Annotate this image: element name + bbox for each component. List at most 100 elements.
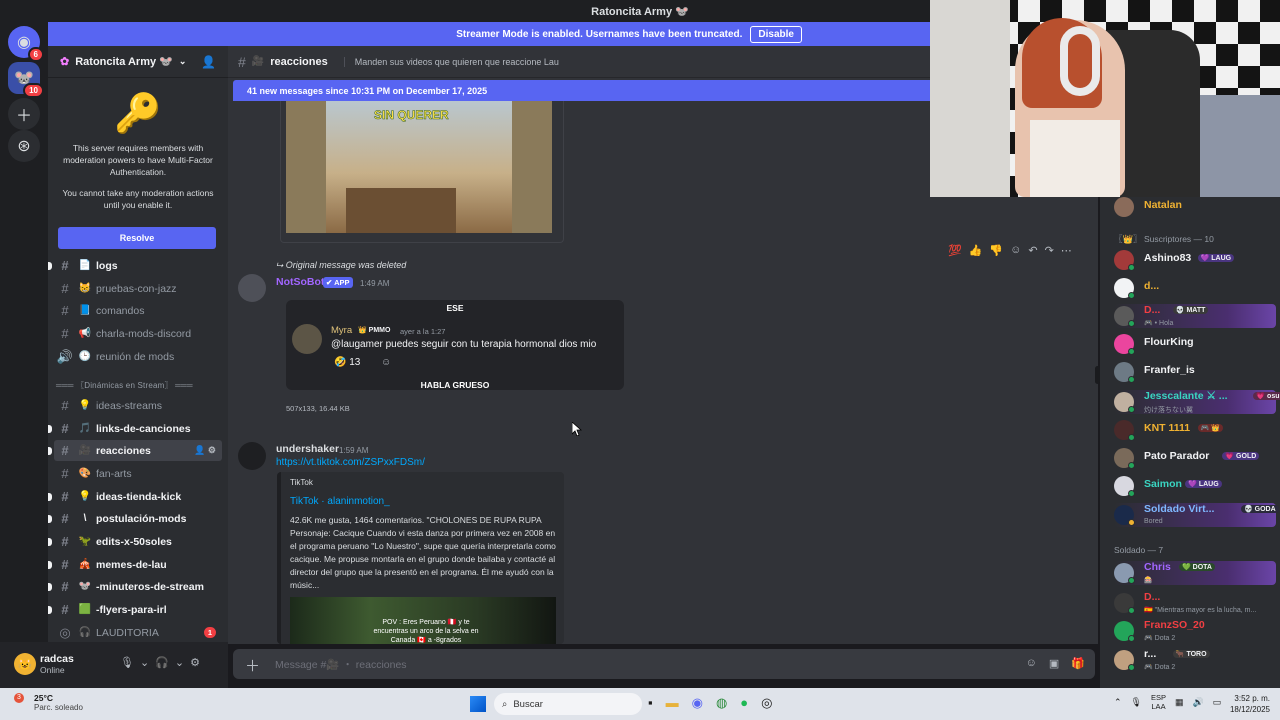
message-author[interactable]: NotSoBot <box>276 276 324 288</box>
server-icon-ratoncita[interactable]: 🐭 10 <box>8 62 44 98</box>
chevron-down-icon[interactable]: ⌄ <box>175 656 184 669</box>
member-item[interactable]: d... <box>1114 276 1276 300</box>
add-server-button[interactable]: ＋ <box>8 98 40 130</box>
channel-topic[interactable]: Manden sus videos que quieren que reacci… <box>343 56 559 67</box>
member-item[interactable]: Pato Parador 💗 GOLD <box>1114 446 1276 470</box>
member-item[interactable]: Chris 💚 DOTA 🎰 <box>1114 561 1276 585</box>
member-badge: 💚 DOTA <box>1179 563 1215 571</box>
member-item[interactable]: D... 💀 MATT 🎮 • Hola <box>1114 304 1276 328</box>
category-header[interactable]: ═══ 〖Dinámicas en Stream〗 ═══ <box>56 380 220 391</box>
member-name: Franfer_is <box>1144 364 1195 376</box>
weather-widget[interactable]: 3 25°C Parc. soleado <box>14 693 83 712</box>
server-badge-icon: ✿ <box>60 56 70 68</box>
channel-item[interactable]: # 🎨 fan-arts <box>54 463 222 484</box>
taskbar-search[interactable]: ⌕ Buscar <box>494 693 642 715</box>
member-item[interactable]: Saimon 💜 LAUG <box>1114 474 1276 498</box>
channel-item[interactable]: # 📄 logs <box>48 255 222 276</box>
task-view-icon[interactable]: ▪ <box>648 695 653 711</box>
chevron-down-icon: ⌄ <box>178 56 187 66</box>
member-name: FranzSO_20 <box>1144 619 1205 631</box>
invite-people-icon[interactable]: 👤 <box>201 55 216 69</box>
member-activity: 🎮 Dota 2 <box>1144 664 1176 671</box>
obs-icon[interactable]: ◎ <box>761 695 772 711</box>
channel-item[interactable]: ◎ 🎧 LAUDITORIA 1 <box>54 622 222 642</box>
thumbs-down-icon[interactable]: 👎 <box>989 244 1003 257</box>
channel-item[interactable]: # 😸 pruebas-con-jazz <box>54 278 222 299</box>
channel-item[interactable]: # 🎪 memes-de-lau <box>48 554 222 575</box>
status-dot <box>1128 664 1135 671</box>
resolve-button[interactable]: Resolve <box>58 227 216 249</box>
speaker-icon[interactable]: 🔊 <box>1193 697 1204 708</box>
embed-title[interactable]: TikTok · alaninmotion_ <box>290 496 390 507</box>
notsobot-avatar[interactable] <box>238 274 266 302</box>
channel-item[interactable]: # 🟩 -flyers-para-irl <box>48 599 222 620</box>
system-clock[interactable]: 3:52 p. m. 18/12/2025 <box>1230 693 1270 715</box>
member-item[interactable]: FlourKing <box>1114 332 1276 356</box>
emoji-icon[interactable]: ☺ <box>1026 657 1037 670</box>
windows-start-icon[interactable] <box>470 696 486 712</box>
language-indicator[interactable]: ESP LAA <box>1151 693 1166 711</box>
attach-plus-icon[interactable]: ＋ <box>245 655 260 676</box>
user-avatar[interactable]: 😺 <box>14 653 36 675</box>
tiktok-link[interactable]: https://vt.tiktok.com/ZSPxxFDSm/ <box>276 457 425 468</box>
server-header[interactable]: ✿ Ratoncita Army 🐭 ⌄ 👤 <box>48 46 228 78</box>
channel-emoji: 🐭 <box>78 581 92 592</box>
thumbs-up-icon[interactable]: 👍 <box>969 244 983 257</box>
discord-home-button[interactable]: ◉ 6 <box>8 26 44 62</box>
member-activity: Bored <box>1144 518 1163 525</box>
channel-item[interactable]: # 🦖 edits-x-50soles <box>48 531 222 552</box>
username[interactable]: radcas <box>40 653 74 665</box>
member-item[interactable]: Soldado Virt... 💀 GODA Bored <box>1114 503 1279 527</box>
disable-streamer-mode-button[interactable]: Disable <box>750 25 802 43</box>
forward-icon[interactable]: ↷ <box>1045 244 1054 257</box>
channel-item[interactable]: # 📢 charla-mods-discord <box>54 323 222 344</box>
member-item[interactable]: FranzSO_20 🎮 Dota 2 <box>1114 619 1276 643</box>
message-author[interactable]: undershaker <box>276 443 339 455</box>
reply-icon[interactable]: ↶ <box>1028 244 1037 257</box>
add-reaction-icon[interactable]: ☺ <box>1010 244 1021 257</box>
chevron-up-icon[interactable]: ⌃ <box>1114 697 1122 708</box>
network-icon[interactable]: ▦ <box>1175 697 1184 708</box>
microphone-icon[interactable]: 🎙 <box>120 656 134 669</box>
channel-item[interactable]: # 📘 comandos <box>54 300 222 321</box>
undershaker-avatar[interactable] <box>238 442 266 470</box>
embed-description: 42.6K me gusta, 1464 comentarios. "CHOLO… <box>290 515 556 590</box>
microphone-tray-icon[interactable]: 🎙 <box>1131 697 1142 708</box>
gif-icon[interactable]: ▣ <box>1049 657 1059 670</box>
member-item[interactable]: Franfer_is <box>1114 360 1276 384</box>
gift-icon[interactable]: 🎁 <box>1071 657 1085 670</box>
channel-settings-icon[interactable]: 👤 ⚙ <box>194 445 216 456</box>
channel-item[interactable]: # 🎵 links-de-canciones <box>48 418 222 439</box>
file-explorer-icon[interactable]: ▬ <box>666 695 679 711</box>
more-options-icon[interactable]: ⋯ <box>1061 244 1072 257</box>
member-item[interactable]: D... 🇪🇸 "Mientras mayor es la lucha, m... <box>1114 591 1276 615</box>
settings-gear-icon[interactable]: ⚙ <box>190 656 200 669</box>
channel-name: postulación-mods <box>96 512 187 525</box>
new-messages-bar[interactable]: 41 new messages since 10:31 PM on Decemb… <box>233 80 930 101</box>
hash-icon: # <box>61 303 69 318</box>
chevron-down-icon[interactable]: ⌄ <box>140 656 149 669</box>
spotify-icon[interactable]: ● <box>740 695 748 711</box>
member-item[interactable]: r... 🐂 TORO 🎮 Dota 2 <box>1114 648 1276 672</box>
channel-item[interactable]: # 🐭 -minuteros-de-stream <box>48 576 222 597</box>
member-item[interactable]: Jesscalante ⚔ ... 💗 osu! 灼け落ちない翼 <box>1114 390 1280 414</box>
message-input[interactable]: Message #🎥 ・ reacciones <box>275 657 407 672</box>
chrome-icon[interactable]: ◍ <box>716 695 727 711</box>
discord-app-icon[interactable]: ◉ <box>692 695 703 711</box>
status-dot <box>1128 607 1135 614</box>
member-item[interactable]: KNT 1111 🎮 👑 <box>1114 418 1276 442</box>
channel-item[interactable]: 🔊 🕒 reunión de mods <box>54 346 222 367</box>
channel-item[interactable]: # 💡 ideas-tienda-kick <box>48 486 222 507</box>
member-name: Pato Parador <box>1144 450 1210 462</box>
battery-icon[interactable]: ▭ <box>1213 697 1222 708</box>
channel-item[interactable]: # 💡 ideas-streams <box>54 395 222 416</box>
discover-button[interactable]: ⊛ <box>8 130 40 162</box>
member-item[interactable]: Ashino83 💜 LAUG <box>1114 248 1276 272</box>
quote-image[interactable]: ESE Myra 👑 PMMO ayer a la 1:27 @laugamer… <box>286 300 624 390</box>
headphones-icon[interactable]: 🎧 <box>155 656 169 669</box>
channel-item[interactable]: # \ postulación-mods <box>48 508 222 529</box>
heart-reaction-icon[interactable]: 💯 <box>948 244 962 257</box>
status-dot <box>1128 577 1135 584</box>
channel-item[interactable]: # 🎥 reacciones 👤 ⚙ <box>48 440 222 461</box>
member-item[interactable]: Natalan <box>1114 197 1276 219</box>
